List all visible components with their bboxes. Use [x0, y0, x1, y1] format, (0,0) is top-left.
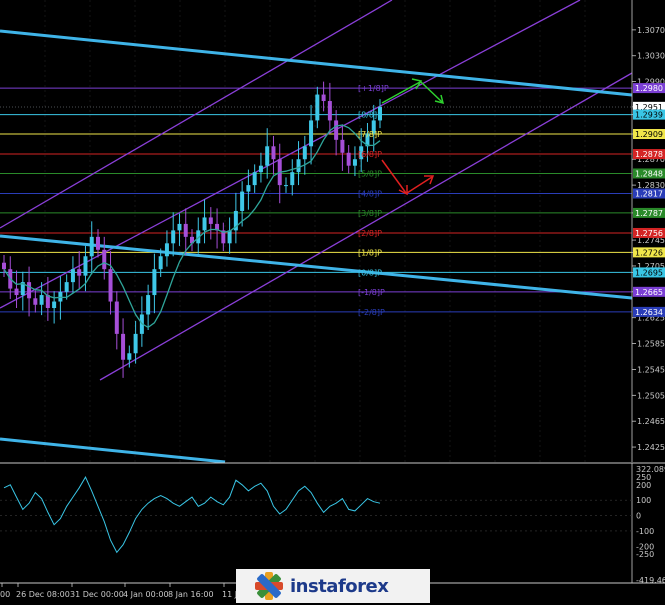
candle-body: [152, 269, 157, 296]
candle-body: [96, 236, 100, 250]
candle-body: [58, 291, 63, 302]
murrey-label: [5/8]P: [358, 169, 382, 178]
murrey-label: [1/8]P: [358, 248, 382, 257]
candle-body: [52, 301, 57, 308]
price-tag-label: 1.2726: [635, 248, 663, 257]
price-tag-label: 1.2878: [635, 150, 663, 159]
candle-body: [158, 256, 163, 270]
candle-body: [246, 185, 251, 192]
candle-body: [340, 139, 345, 153]
x-tick-label: 00: [0, 590, 10, 599]
price-tag-label: 1.2848: [635, 169, 663, 178]
y-tick-label: 1.2545: [637, 365, 665, 374]
price-tag-label: 1.2909: [635, 130, 663, 139]
price-tag-label: 1.2695: [635, 268, 663, 277]
murrey-label: [7/8]P: [358, 130, 382, 139]
y-tick-label: 1.2585: [637, 340, 665, 349]
price-tag-label: 1.2665: [635, 288, 663, 297]
price-tag-label: 1.2756: [635, 229, 663, 238]
candle-body: [33, 298, 38, 305]
candle-body: [14, 288, 19, 296]
price-tag-label: 1.2939: [635, 111, 663, 120]
murrey-label: [-2/8]P: [358, 308, 385, 317]
candle-body: [70, 269, 75, 283]
candle-body: [133, 333, 138, 354]
price-tag-label: 1.2980: [635, 84, 663, 93]
chart: [8/8]P [7/8]P [6/8]P [5/8]P [4/8]P [3/8]P [2/8…: [0, 0, 665, 605]
murrey-label: [0/8]P: [358, 268, 382, 277]
murrey-label: [-1/8]P: [358, 288, 385, 297]
candle-body: [208, 217, 213, 224]
osc-tick-label: -100: [636, 527, 654, 536]
candle-body: [309, 120, 314, 147]
murrey-label: [+1/8]P: [358, 84, 389, 93]
candle-body: [39, 295, 44, 305]
x-tick-label: 8 Jan 16:00: [168, 590, 214, 599]
candle-body: [171, 230, 176, 244]
candle-body: [89, 236, 94, 257]
candle-body: [64, 282, 69, 292]
x-tick-label: 31 Dec 00:00: [70, 590, 124, 599]
candle-body: [177, 223, 182, 231]
osc-tick-label: -250: [636, 550, 654, 559]
price-tag-label: 1.2634: [635, 308, 663, 317]
candle-body: [77, 269, 82, 276]
candle-body: [334, 120, 339, 140]
murrey-label: [6/8]P: [358, 150, 382, 159]
y-tick-label: 1.3030: [637, 52, 665, 61]
candle-body: [265, 146, 270, 166]
candle-body: [121, 333, 126, 360]
logo-text: instaforex: [290, 575, 389, 597]
candle-body: [327, 101, 332, 121]
candle-body: [2, 262, 6, 270]
candle-body: [27, 282, 32, 299]
osc-tick-label: 200: [636, 481, 651, 490]
candle-body: [164, 243, 169, 257]
osc-tick-label: -419.4602: [636, 576, 665, 585]
candle-body: [290, 172, 295, 186]
candle-body: [284, 185, 288, 187]
candle-body: [227, 230, 232, 244]
candle-body: [296, 159, 301, 173]
y-tick-label: 1.2505: [637, 391, 665, 400]
murrey-label: [4/8]P: [358, 190, 382, 199]
logo-mark-icon: [255, 572, 283, 600]
osc-tick-label: 100: [636, 496, 651, 505]
y-tick-label: 1.3070: [637, 26, 665, 35]
murrey-label: [2/8]P: [358, 229, 382, 238]
x-tick-label: 26 Dec 08:00: [16, 590, 70, 599]
candle-body: [271, 146, 276, 160]
osc-tick-label: 0: [636, 512, 641, 521]
candle-body: [202, 217, 207, 231]
price-tag-label: 1.2817: [635, 190, 663, 199]
candle-body: [315, 94, 320, 121]
candle-body: [346, 152, 351, 166]
candle-body: [83, 256, 88, 276]
candle-body: [102, 249, 107, 270]
x-tick-label: 4 Jan 00:00: [123, 590, 169, 599]
candle-body: [183, 223, 188, 237]
price-tag-label: 1.2787: [635, 209, 663, 218]
y-tick-label: 1.2465: [637, 417, 665, 426]
candle-body: [114, 301, 119, 334]
y-tick-label: 1.2425: [637, 443, 665, 452]
instaforex-logo: instaforex: [254, 571, 424, 601]
candle-body: [108, 269, 113, 302]
candle-body: [352, 159, 357, 166]
murrey-label: [3/8]P: [358, 209, 382, 218]
murrey-label: [8/8]P: [358, 111, 382, 120]
candle-body: [127, 353, 132, 360]
candle-body: [146, 295, 151, 315]
candle-body: [302, 146, 307, 160]
candle-body: [258, 165, 263, 173]
candle-body: [240, 191, 245, 211]
candle-body: [252, 172, 257, 186]
candle-body: [321, 94, 326, 102]
